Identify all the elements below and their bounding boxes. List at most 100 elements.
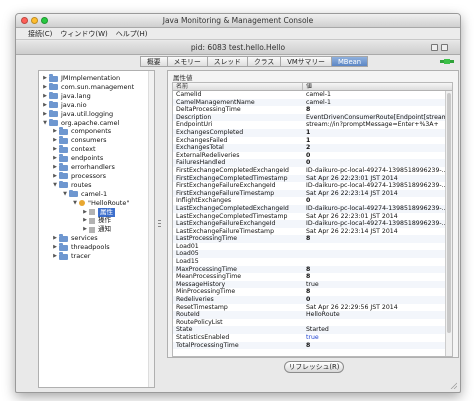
table-row[interactable]: MinProcessingTime 8 — [173, 288, 452, 296]
tree-node[interactable]: ▶ components — [52, 127, 111, 136]
menu-help[interactable]: ヘルプ(H) — [116, 29, 148, 39]
table-row[interactable]: StatisticsEnabled true — [173, 334, 452, 342]
table-row[interactable]: LastExchangeFailureTimestamp Sat Apr 26 2… — [173, 228, 452, 236]
internal-frame-title[interactable]: pid: 6083 test.hello.Hello — [16, 41, 460, 55]
tree-node[interactable]: ▶ java.lang — [42, 91, 91, 101]
table-row[interactable]: LastExchangeFailureExchangeId ID-daikuro-… — [173, 220, 452, 228]
tree-node[interactable]: ▶ 通知 — [82, 225, 111, 234]
tree-node[interactable]: ▶ JMImplementation — [42, 74, 120, 83]
tree-node[interactable]: ▶ services — [52, 234, 98, 243]
table-row[interactable]: RoutePolicyList — [173, 319, 452, 327]
tree-node[interactable]: ▶ context — [52, 145, 96, 154]
expand-arrow-right-icon[interactable]: ▶ — [52, 145, 58, 154]
table-row[interactable]: FirstExchangeCompletedExchangeId ID-daiku… — [173, 167, 452, 175]
tree-node[interactable]: ▶ threadpools — [52, 243, 110, 252]
table-row[interactable]: Load15 — [173, 258, 452, 266]
tree-node[interactable]: ▶ endpoints — [52, 154, 103, 163]
expand-arrow-right-icon[interactable]: ▶ — [42, 74, 48, 83]
expand-arrow-right-icon[interactable]: ▶ — [42, 110, 48, 119]
table-row[interactable]: ExternalRedeliveries 0 — [173, 152, 452, 160]
tree-node[interactable]: ▼ camel-1 — [62, 189, 107, 199]
expand-arrow-right-icon[interactable]: ▶ — [82, 208, 88, 217]
table-row[interactable]: Load01 — [173, 243, 452, 251]
expand-arrow-down-icon[interactable]: ▼ — [62, 190, 68, 199]
tree-node[interactable]: ▶ java.util.logging — [42, 109, 113, 119]
table-row[interactable]: Description EventDrivenConsumerRoute[Endp… — [173, 113, 452, 122]
tree-node[interactable]: ▶ processors — [52, 171, 106, 181]
table-row[interactable]: InflightExchanges 0 — [173, 197, 452, 205]
tab-memory[interactable]: メモリー — [166, 56, 207, 67]
expand-arrow-right-icon[interactable]: ▶ — [82, 216, 88, 225]
expand-arrow-right-icon[interactable]: ▶ — [52, 172, 58, 181]
mbean-tree[interactable]: ▶ JMImplementation ▶ com.sun.management ▶ jav… — [38, 70, 155, 388]
table-row[interactable]: MaxProcessingTime 8 — [173, 265, 452, 274]
expand-arrow-right-icon[interactable]: ▶ — [52, 127, 58, 136]
close-button[interactable] — [21, 17, 28, 24]
table-scrollbar[interactable] — [445, 91, 452, 356]
menu-window[interactable]: ウィンドウ(W) — [60, 29, 107, 39]
tab-mbeans[interactable]: MBean — [330, 56, 369, 67]
minimize-button[interactable] — [31, 17, 38, 24]
zoom-button[interactable] — [41, 17, 48, 24]
tab-threads[interactable]: スレッド — [206, 56, 247, 67]
tab-classes[interactable]: クラス — [246, 56, 281, 67]
frame-minimize-button[interactable] — [431, 44, 438, 51]
expand-arrow-right-icon[interactable]: ▶ — [52, 234, 58, 243]
title-bar[interactable]: Java Monitoring & Management Console — [16, 14, 460, 28]
tree-node[interactable]: ▼ routes — [52, 180, 92, 190]
expand-arrow-right-icon[interactable]: ▶ — [42, 101, 48, 110]
table-row[interactable]: FirstExchangeFailureTimestamp Sat Apr 26 … — [173, 189, 452, 198]
tree-scrollbar[interactable] — [148, 71, 154, 387]
table-row[interactable]: LastExchangeCompletedExchangeId ID-daikur… — [173, 204, 452, 213]
expand-arrow-right-icon[interactable]: ▶ — [52, 136, 58, 145]
tree-node[interactable]: ▼ org.apache.camel — [42, 118, 119, 128]
table-row[interactable]: FailuresHandled 0 — [173, 159, 452, 167]
column-header-value[interactable]: 値 — [303, 83, 312, 90]
tree-node[interactable]: ▶ errorhandlers — [52, 163, 115, 172]
tree-node[interactable]: ▶ com.sun.management — [42, 82, 134, 92]
expand-arrow-down-icon[interactable]: ▼ — [72, 199, 78, 208]
expand-arrow-right-icon[interactable]: ▶ — [82, 225, 88, 234]
refresh-button[interactable]: リフレッシュ(R) — [284, 361, 344, 373]
attribute-name: DeltaProcessingTime — [176, 106, 241, 114]
table-row[interactable]: FirstExchangeFailureExchangeId ID-daikuro… — [173, 182, 452, 190]
table-row[interactable]: LastProcessingTime 8 — [173, 235, 452, 243]
resize-grip-icon[interactable] — [450, 382, 457, 389]
table-row[interactable]: RouteId HelloRoute — [173, 311, 452, 319]
table-row[interactable]: State Started — [173, 326, 452, 334]
tree-node[interactable]: ▶ tracer — [52, 252, 90, 261]
tree-node[interactable]: ▶ java.nio — [42, 100, 87, 110]
frame-maximize-button[interactable] — [441, 44, 448, 51]
table-row[interactable]: ExchangesTotal 2 — [173, 144, 452, 152]
table-row[interactable]: Load05 — [173, 250, 452, 259]
table-row[interactable]: ExchangesCompleted 1 — [173, 128, 452, 137]
table-row[interactable]: LastExchangeCompletedTimestamp Sat Apr 26… — [173, 213, 452, 221]
scrollbar-thumb[interactable] — [447, 93, 451, 333]
expand-arrow-down-icon[interactable]: ▼ — [52, 181, 58, 190]
expand-arrow-right-icon[interactable]: ▶ — [42, 92, 48, 101]
table-row[interactable]: Redeliveries 0 — [173, 296, 452, 304]
tree-node[interactable]: ▼ "HelloRoute" — [72, 199, 129, 208]
table-row[interactable]: MessageHistory true — [173, 280, 452, 289]
table-row[interactable]: TotalProcessingTime 8 — [173, 341, 452, 350]
expand-arrow-down-icon[interactable]: ▼ — [42, 119, 48, 128]
column-header-name[interactable]: 名前 — [173, 83, 303, 90]
tree-node[interactable]: ▶ consumers — [52, 136, 107, 145]
expand-arrow-right-icon[interactable]: ▶ — [52, 163, 58, 172]
table-row[interactable]: EndpointUri stream://in?promptMessage=Ent… — [173, 121, 452, 129]
tab-vm-summary[interactable]: VMサマリー — [280, 56, 331, 67]
menu-connect[interactable]: 接続(C) — [28, 29, 52, 39]
expand-arrow-right-icon[interactable]: ▶ — [52, 252, 58, 261]
table-row[interactable]: CamelManagementName camel-1 — [173, 98, 452, 107]
table-row[interactable]: FirstExchangeCompletedTimestamp Sat Apr 2… — [173, 174, 452, 183]
split-pane-divider[interactable] — [156, 70, 164, 388]
tab-overview[interactable]: 概要 — [140, 56, 167, 67]
expand-arrow-right-icon[interactable]: ▶ — [42, 83, 48, 92]
expand-arrow-right-icon[interactable]: ▶ — [52, 154, 58, 163]
table-row[interactable]: MeanProcessingTime 8 — [173, 273, 452, 281]
table-row[interactable]: ResetTimestamp Sat Apr 26 22:29:56 JST 20… — [173, 304, 452, 312]
table-row[interactable]: ExchangesFailed 1 — [173, 137, 452, 145]
table-row[interactable]: DeltaProcessingTime 8 — [173, 106, 452, 114]
expand-arrow-right-icon[interactable]: ▶ — [52, 243, 58, 252]
table-row[interactable]: CamelId camel-1 — [173, 91, 452, 99]
